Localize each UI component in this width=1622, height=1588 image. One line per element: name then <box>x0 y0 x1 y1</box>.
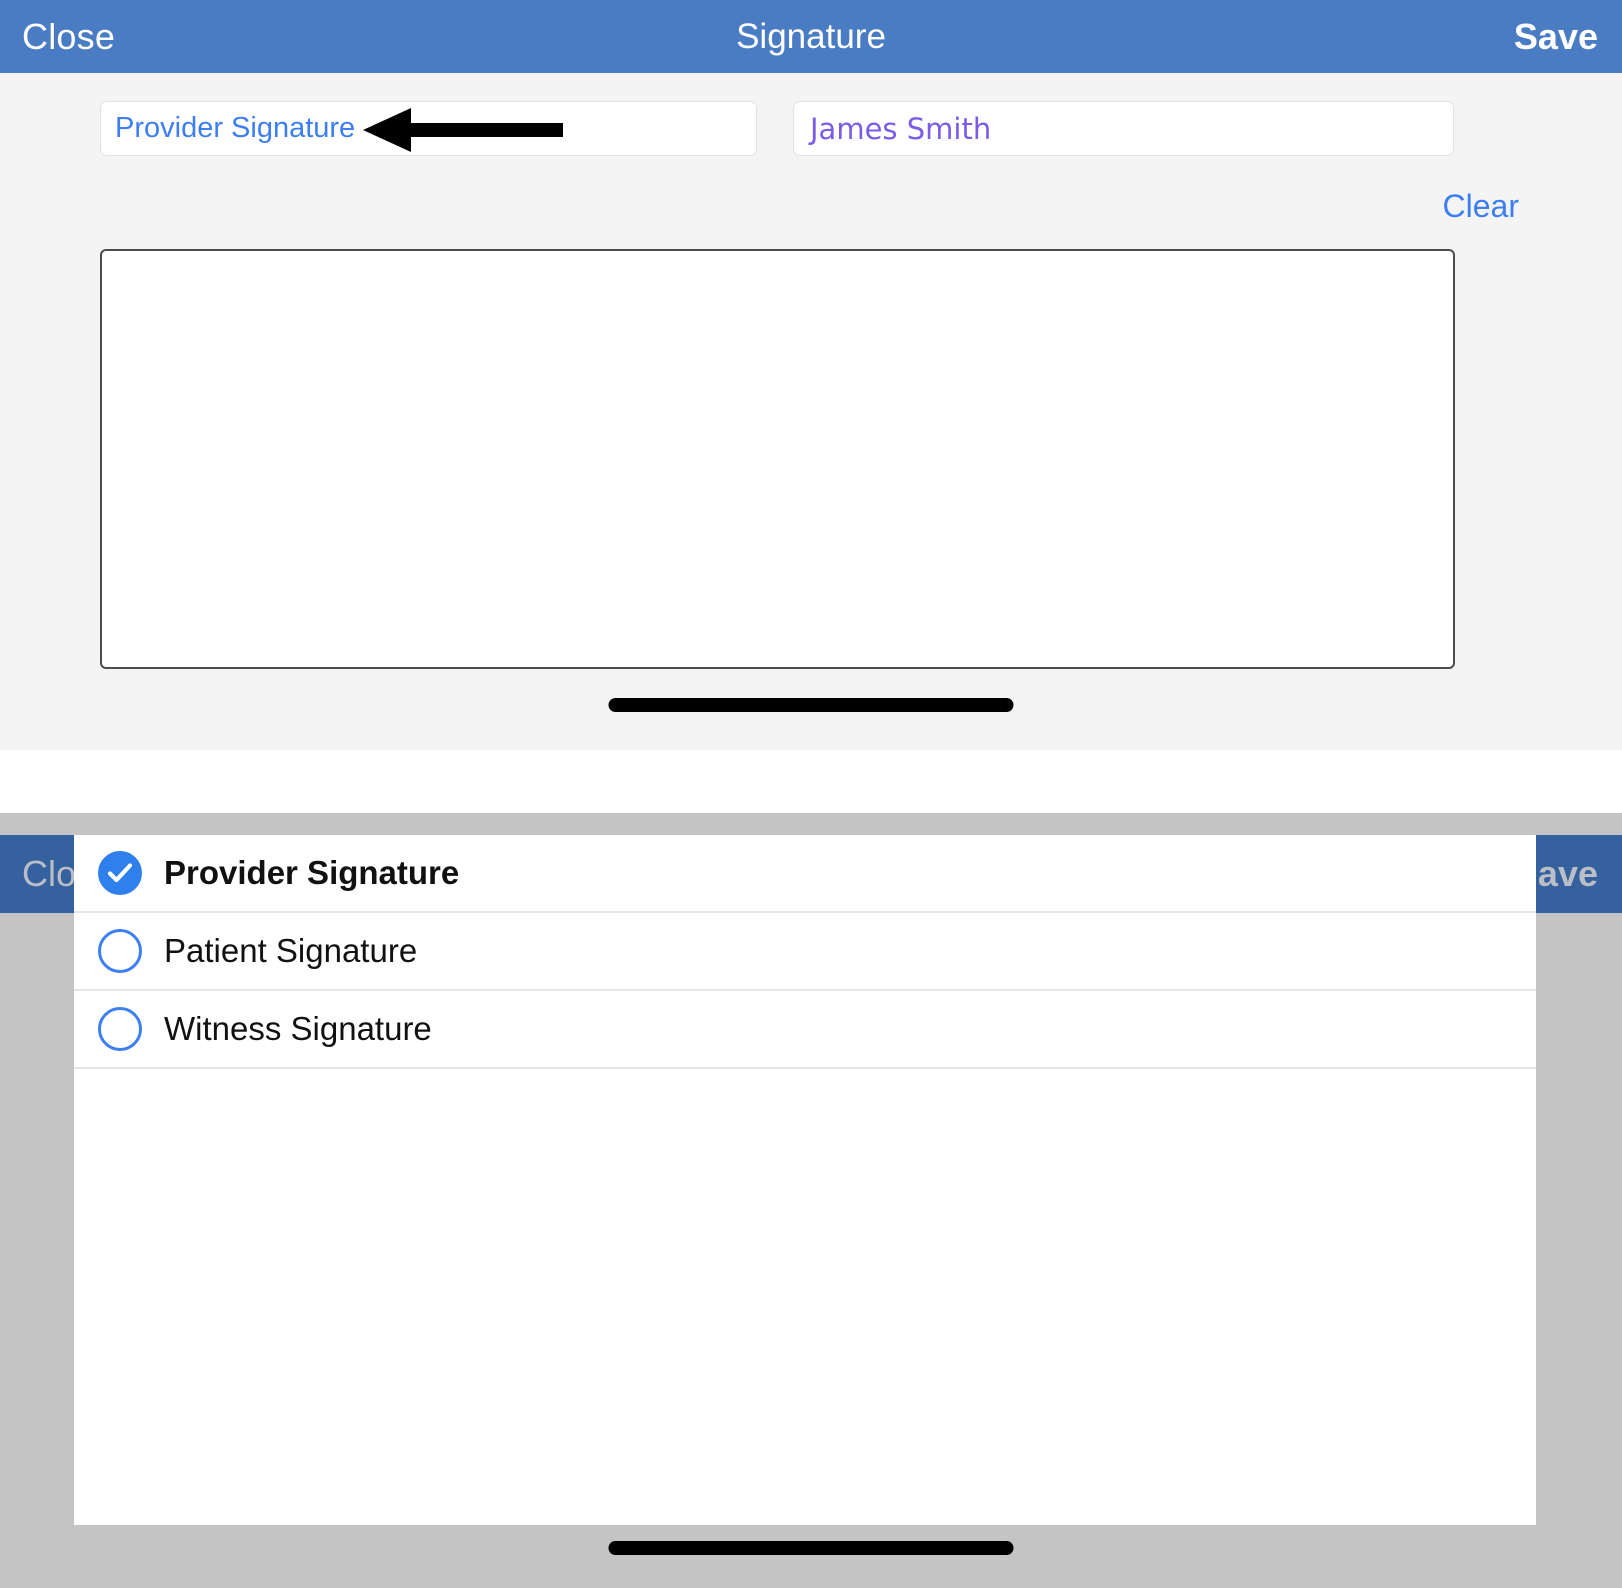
signature-type-dropdown: Provider Signature Patient Signature Wit… <box>74 835 1536 1525</box>
dropdown-option-label: Patient Signature <box>164 932 418 969</box>
signer-name-value: James Smith <box>810 111 992 146</box>
dropdown-option-patient-signature[interactable]: Patient Signature <box>74 913 1536 991</box>
radio-unchecked-icon[interactable] <box>98 929 142 973</box>
home-indicator <box>608 698 1014 712</box>
page-title: Signature <box>736 16 886 56</box>
signature-screen: Close Signature Save Provider Signature … <box>0 0 1622 750</box>
radio-unchecked-icon[interactable] <box>98 1007 142 1051</box>
radio-checked-icon[interactable] <box>98 851 142 895</box>
save-button[interactable]: Save <box>1514 16 1598 58</box>
navigation-bar: Close Signature Save <box>0 0 1622 73</box>
dropdown-option-label: Provider Signature <box>164 854 460 891</box>
signer-name-field[interactable]: James Smith <box>793 101 1454 156</box>
signature-drawing-canvas[interactable] <box>100 249 1455 669</box>
signature-type-picker-screen: Clos ave Provider Signature Patient Sign… <box>0 813 1622 1588</box>
save-button-dimmed[interactable]: ave <box>1538 853 1598 895</box>
dropdown-option-label: Witness Signature <box>164 1010 432 1047</box>
dropdown-option-witness-signature[interactable]: Witness Signature <box>74 991 1536 1069</box>
signature-type-field[interactable]: Provider Signature <box>100 101 757 156</box>
signature-type-value: Provider Signature <box>115 112 356 144</box>
dropdown-option-provider-signature[interactable]: Provider Signature <box>74 835 1536 913</box>
home-indicator <box>608 1541 1014 1555</box>
screenshot-root: Close Signature Save Provider Signature … <box>0 0 1622 1588</box>
clear-button[interactable]: Clear <box>1443 188 1519 225</box>
